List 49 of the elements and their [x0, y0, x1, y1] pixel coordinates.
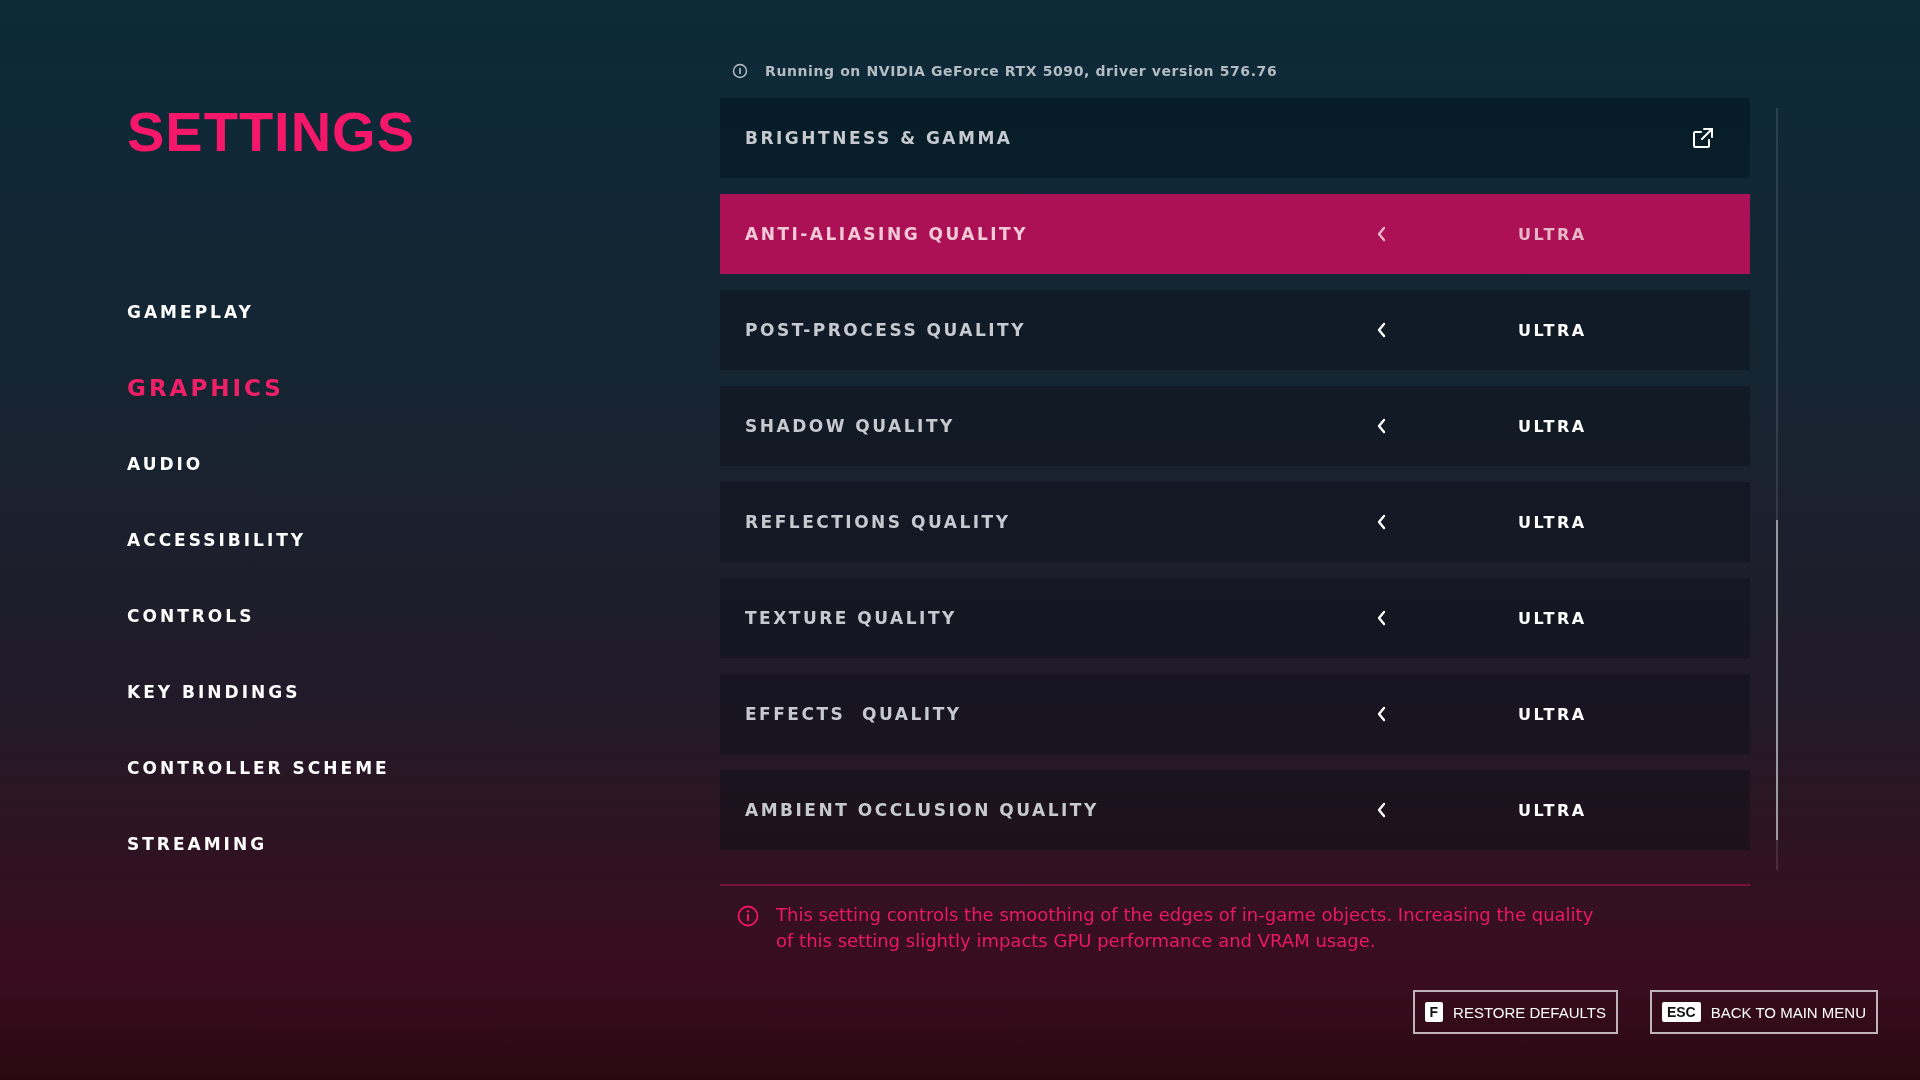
setting-value: ULTRA: [1518, 800, 1587, 820]
setting-label: SHADOW QUALITY: [745, 416, 956, 436]
external-link-icon: [1691, 126, 1715, 150]
nav-item[interactable]: STREAMING: [127, 828, 268, 860]
setting-description: This setting controls the smoothing of the edges of in-game objects. Increasing the quality of this setting slightly impacts GPU performance and VRAM usage.: [776, 903, 1595, 953]
setting-value: ULTRA: [1518, 512, 1587, 532]
setting-row[interactable]: EFFECTS QUALITY ULTRA: [720, 674, 1750, 754]
action-button[interactable]: ESC BACK TO MAIN MENU: [1649, 990, 1878, 1034]
nav-item[interactable]: AUDIO: [127, 448, 204, 480]
chevron-left-icon: [1377, 322, 1386, 338]
setting-row[interactable]: ANTI-ALIASING QUALITY ULTRA: [720, 194, 1750, 274]
setting-row[interactable]: BRIGHTNESS & GAMMA: [720, 98, 1750, 178]
page-title: SETTINGS: [127, 100, 417, 164]
nav-item[interactable]: KEY BINDINGS: [127, 676, 301, 708]
setting-label: POST-PROCESS QUALITY: [745, 320, 1027, 340]
setting-row[interactable]: POST-PROCESS QUALITY ULTRA: [720, 290, 1750, 370]
key-badge: F: [1424, 1002, 1444, 1022]
chevron-left-icon: [1377, 706, 1386, 722]
chevron-left-icon: [1377, 226, 1386, 242]
setting-value: ULTRA: [1518, 608, 1587, 628]
nav-item[interactable]: CONTROLLER SCHEME: [127, 752, 390, 784]
setting-label: EFFECTS QUALITY: [745, 704, 963, 724]
info-icon: [737, 905, 759, 927]
setting-label: REFLECTIONS QUALITY: [745, 512, 1012, 532]
chevron-left-icon: [1377, 418, 1386, 434]
nav-item[interactable]: CONTROLS: [127, 600, 255, 632]
nav-item[interactable]: GRAPHICS: [127, 372, 284, 404]
nav-item[interactable]: GAMEPLAY: [127, 296, 254, 328]
chevron-left-icon: [1377, 514, 1386, 530]
setting-label: TEXTURE QUALITY: [745, 608, 958, 628]
chevron-left-icon: [1377, 610, 1386, 626]
scrollbar-thumb[interactable]: [1776, 520, 1778, 840]
setting-row[interactable]: SHADOW QUALITY ULTRA: [720, 386, 1750, 466]
setting-row[interactable]: AMBIENT OCCLUSION QUALITY ULTRA: [720, 770, 1750, 850]
setting-row[interactable]: REFLECTIONS QUALITY ULTRA: [720, 482, 1750, 562]
setting-row[interactable]: TEXTURE QUALITY ULTRA: [720, 578, 1750, 658]
chevron-left-icon: [1377, 802, 1386, 818]
setting-label: AMBIENT OCCLUSION QUALITY: [745, 800, 1100, 820]
gpu-info-text: Running on NVIDIA GeForce RTX 5090, driver version 576.76: [765, 63, 1278, 79]
setting-value: ULTRA: [1518, 320, 1587, 340]
info-icon: [732, 63, 748, 79]
setting-value: ULTRA: [1518, 416, 1587, 436]
setting-value: ULTRA: [1518, 704, 1587, 724]
nav-item[interactable]: ACCESSIBILITY: [127, 524, 307, 556]
setting-label: BRIGHTNESS & GAMMA: [745, 128, 1013, 148]
setting-value: ULTRA: [1518, 224, 1587, 244]
action-button[interactable]: F RESTORE DEFAULTS: [1412, 990, 1618, 1034]
setting-label: ANTI-ALIASING QUALITY: [745, 224, 1029, 244]
key-badge: ESC: [1661, 1002, 1701, 1022]
